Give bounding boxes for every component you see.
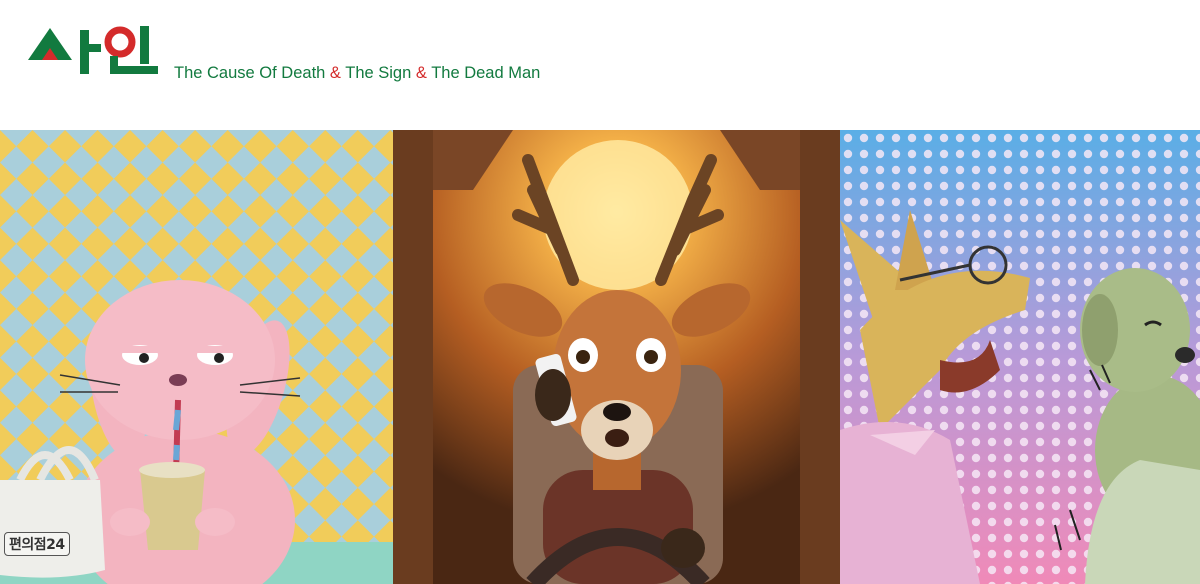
tagline-separator: &: [415, 64, 427, 82]
dogs-illustration: [840, 130, 1200, 584]
tagline-part-cause: The Cause Of Death: [174, 64, 326, 82]
bag-label: 편의점24: [4, 532, 70, 556]
tagline-part-sign: The Sign: [345, 64, 412, 82]
site-header: The Cause Of Death & The Sign & The Dead…: [0, 0, 1200, 130]
deer-illustration: [393, 130, 840, 584]
tagline-separator: &: [329, 64, 341, 82]
tagline: The Cause Of Death & The Sign & The Dead…: [174, 64, 540, 83]
site-logo[interactable]: [28, 26, 160, 82]
tagline-part-dead-man: The Dead Man: [431, 64, 541, 82]
rabbit-illustration: 편의점24: [0, 130, 393, 584]
hero-illustrations: 편의점24: [0, 130, 1200, 584]
logo-mark: [28, 26, 158, 74]
